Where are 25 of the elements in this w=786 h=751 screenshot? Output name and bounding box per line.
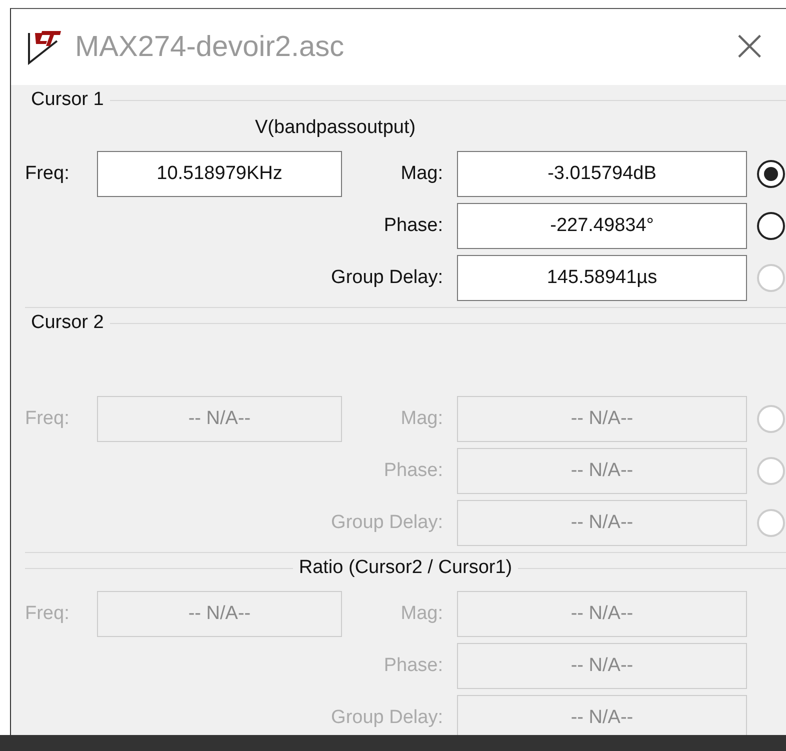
field-label: Phase: — [382, 459, 444, 483]
field-label: Mag: — [400, 162, 444, 186]
field-label: Freq: — [25, 162, 70, 186]
group-title: Cursor 1 — [31, 89, 104, 111]
field-label: Group Delay: — [330, 266, 444, 290]
signal-name: V(bandpassoutput) — [255, 117, 416, 138]
field-label: Mag: — [400, 602, 444, 626]
field-label: Phase: — [382, 214, 444, 238]
field-label: Group Delay: — [330, 511, 444, 535]
field-label: Freq: — [25, 602, 70, 626]
freq-field[interactable]: 10.518979KHz — [97, 151, 342, 197]
group-title: Ratio (Cursor2 / Cursor1) — [298, 557, 512, 579]
field-label: Mag: — [400, 407, 444, 431]
value-field[interactable]: 145.58941µs — [457, 255, 747, 301]
radio-button[interactable] — [757, 212, 785, 240]
window-title: MAX274-devoir2.asc — [75, 30, 346, 64]
field-label: Group Delay: — [330, 706, 444, 730]
logo-icon — [27, 29, 61, 65]
field-label: Phase: — [382, 654, 444, 678]
value-field[interactable]: -3.015794dB — [457, 151, 747, 197]
field-label: Freq: — [25, 407, 70, 431]
close-button[interactable]: × — [713, 20, 786, 74]
group-title: Cursor 2 — [31, 312, 104, 334]
radio-button[interactable] — [757, 160, 785, 188]
value-field[interactable]: -227.49834° — [457, 203, 747, 249]
